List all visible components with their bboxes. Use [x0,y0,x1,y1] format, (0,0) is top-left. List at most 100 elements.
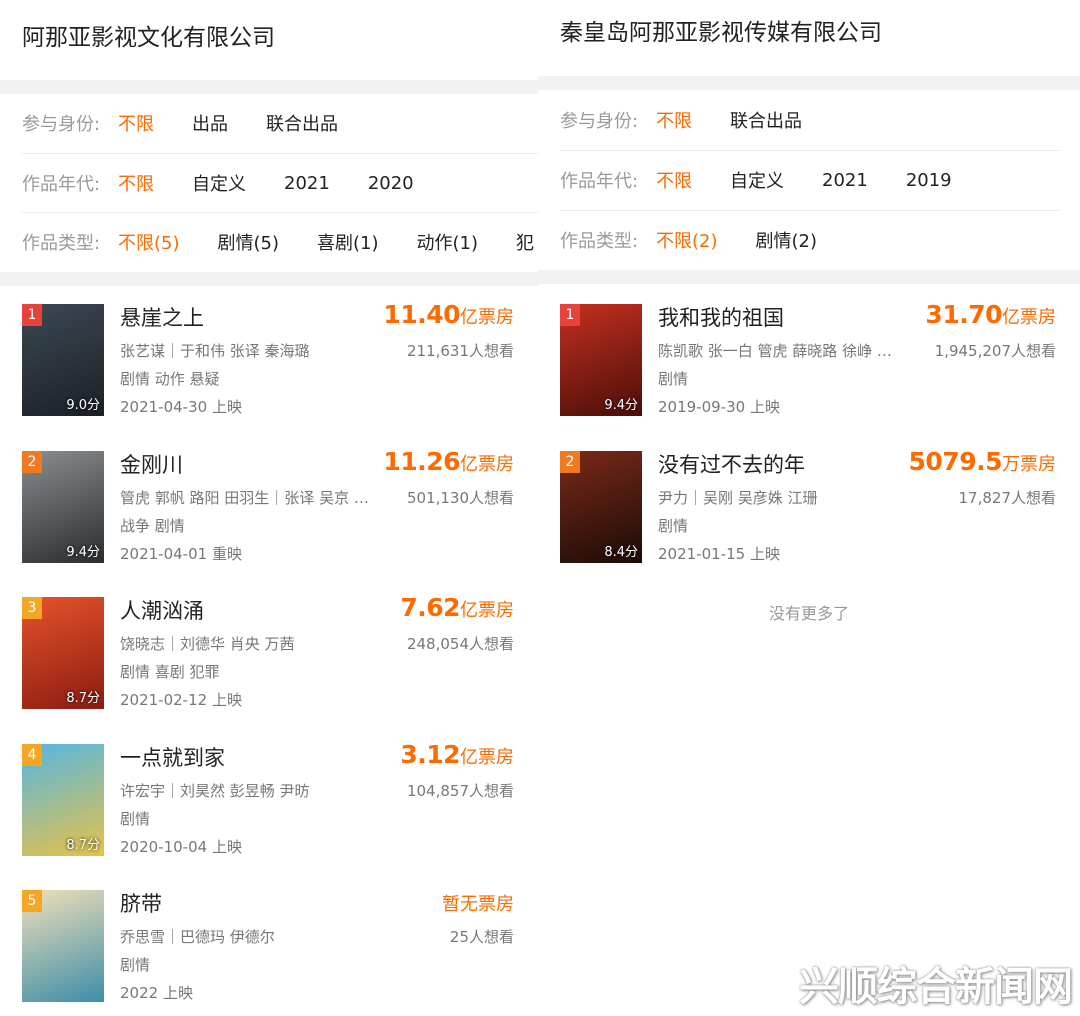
section-gap [0,272,538,286]
movie-poster[interactable]: 5 [22,890,104,1002]
filter-option[interactable]: 剧情(2) [756,227,818,253]
filter-label: 参与身份: [560,111,639,132]
movie-poster[interactable]: 2 8.4分 [560,451,642,563]
filter-row-year: 作品年代: 不限 自定义 2021 2020 [0,153,538,213]
filter-option[interactable]: 喜剧(1) [317,229,379,255]
movie-title[interactable]: 我和我的祖国 [658,302,784,332]
movie-poster[interactable]: 2 9.4分 [22,451,104,563]
filter-option[interactable]: 不限(2) [656,227,718,253]
filter-option[interactable]: 2019 [906,170,952,191]
box-office-number: 11.26 [383,447,460,476]
movie-date: 2022 上映 [120,984,193,1002]
want-count: 211,631人想看 [406,342,514,360]
filter-option[interactable]: 不限 [118,170,154,196]
movie-cast: 饶晓志｜刘德华 肖央 万茜 [120,635,295,653]
filter-option[interactable]: 联合出品 [266,110,338,136]
movie-title[interactable]: 人潮汹涌 [120,595,204,625]
filter-option[interactable]: 自定义 [192,170,246,196]
filter-label: 作品类型: [560,231,639,252]
movie-cast: 乔思雪｜巴德玛 伊德尔 [120,928,275,946]
rank-badge: 3 [22,597,42,619]
box-office-number: 7.62 [400,593,460,622]
box-office-number: 3.12 [400,740,460,769]
movie-score: 8.7分 [66,838,100,853]
movie-genre: 剧情 [120,810,151,828]
box-office-unit: 亿票房 [1002,307,1056,328]
rank-badge: 5 [22,890,42,912]
movie-card[interactable]: 1 9.0分 悬崖之上 张艺谋｜于和伟 张译 秦海璐 剧情 动作 悬疑 2021… [22,300,514,416]
movie-cast: 许宏宇｜刘昊然 彭昱畅 尹昉 [120,782,310,800]
filter-option[interactable]: 剧情(5) [218,229,280,255]
movie-genre: 战争 剧情 [120,517,185,535]
box-office-number: 11.40 [383,300,460,329]
want-count: 104,857人想看 [406,782,514,800]
filter-option[interactable]: 2021 [284,173,330,194]
movie-score: 9.0分 [66,398,100,413]
movie-card[interactable]: 5 脐带 乔思雪｜巴德玛 伊德尔 剧情 2022 上映 暂无票房 25人想看 [22,890,514,1002]
box-office: 3.12亿票房 [400,740,514,769]
filter-option[interactable]: 不限 [118,110,154,136]
filter-option[interactable]: 自定义 [730,167,784,193]
section-gap [538,76,1080,90]
movie-title[interactable]: 没有过不去的年 [658,449,805,479]
movie-cast: 尹力｜吴刚 吴彦姝 江珊 [658,489,818,507]
movie-title[interactable]: 一点就到家 [120,742,225,772]
movie-genre: 剧情 [658,517,689,535]
filter-row-genre: 作品类型: 不限(5) 剧情(5) 喜剧(1) 动作(1) 犯 [0,212,538,272]
movie-score: 8.4分 [604,545,638,560]
movie-date: 2021-04-30 上映 [120,398,242,416]
movie-title[interactable]: 脐带 [120,888,162,918]
movie-card[interactable]: 2 9.4分 金刚川 管虎 郭帆 路阳 田羽生｜张译 吴京 … 战争 剧情 20… [22,447,514,563]
company-name: 秦皇岛阿那亚影视传媒有限公司 [560,20,882,46]
filter-option[interactable]: 不限 [656,167,692,193]
movie-score: 9.4分 [604,398,638,413]
movie-date: 2021-04-01 重映 [120,545,242,563]
movie-poster[interactable]: 4 8.7分 [22,744,104,856]
filter-option[interactable]: 动作(1) [417,229,479,255]
filter-row-genre: 作品类型: 不限(2) 剧情(2) [538,210,1080,270]
filter-option[interactable]: 2021 [822,170,868,191]
movie-poster[interactable]: 3 8.7分 [22,597,104,709]
filter-row-role: 参与身份: 不限 出品 联合出品 [0,93,538,153]
movie-genre: 剧情 动作 悬疑 [120,370,220,388]
movie-title[interactable]: 金刚川 [120,449,183,479]
movie-score: 9.4分 [66,545,100,560]
movie-title[interactable]: 悬崖之上 [120,302,204,332]
movie-date: 2020-10-04 上映 [120,838,242,856]
filter-option[interactable]: 联合出品 [730,107,802,133]
movie-date: 2021-01-15 上映 [658,545,780,563]
movie-cast: 陈凯歌 张一白 管虎 薛晓路 徐峥 … [658,342,892,360]
filter-option[interactable]: 不限 [656,107,692,133]
filter-label: 作品类型: [22,233,101,254]
rank-badge: 4 [22,744,42,766]
movie-poster[interactable]: 1 9.4分 [560,304,642,416]
want-count: 248,054人想看 [406,635,514,653]
movie-card[interactable]: 4 8.7分 一点就到家 许宏宇｜刘昊然 彭昱畅 尹昉 剧情 2020-10-0… [22,740,514,856]
box-office-unit: 万票房 [1002,454,1056,475]
rank-badge: 1 [22,304,42,326]
movie-poster[interactable]: 1 9.0分 [22,304,104,416]
box-office-unit: 亿票房 [460,454,514,475]
box-office-none: 暂无票房 [442,894,514,915]
filter-option[interactable]: 出品 [192,110,228,136]
movie-card[interactable]: 2 8.4分 没有过不去的年 尹力｜吴刚 吴彦姝 江珊 剧情 2021-01-1… [560,447,1056,563]
want-count: 25人想看 [449,928,514,946]
filter-option[interactable]: 2020 [368,173,414,194]
filter-label: 作品年代: [560,171,639,192]
rank-badge: 2 [560,451,580,473]
box-office: 11.40亿票房 [383,300,514,329]
movie-genre: 剧情 [658,370,689,388]
movie-card[interactable]: 1 9.4分 我和我的祖国 陈凯歌 张一白 管虎 薛晓路 徐峥 … 剧情 201… [560,300,1056,416]
left-company-panel: 阿那亚影视文化有限公司 参与身份: 不限 出品 联合出品 作品年代: 不限 自定… [0,0,538,1016]
movie-card[interactable]: 3 8.7分 人潮汹涌 饶晓志｜刘德华 肖央 万茜 剧情 喜剧 犯罪 2021-… [22,593,514,709]
box-office: 11.26亿票房 [383,447,514,476]
box-office: 31.70亿票房 [925,300,1056,329]
filter-option[interactable]: 犯 [516,229,534,255]
rank-badge: 1 [560,304,580,326]
want-count: 1,945,207人想看 [934,342,1056,360]
filter-row-role: 参与身份: 不限 联合出品 [538,90,1080,150]
movie-cast: 张艺谋｜于和伟 张译 秦海璐 [120,342,310,360]
movie-date: 2019-09-30 上映 [658,398,780,416]
right-company-panel: 秦皇岛阿那亚影视传媒有限公司 参与身份: 不限 联合出品 作品年代: 不限 自定… [538,0,1080,1016]
filter-option[interactable]: 不限(5) [118,229,180,255]
